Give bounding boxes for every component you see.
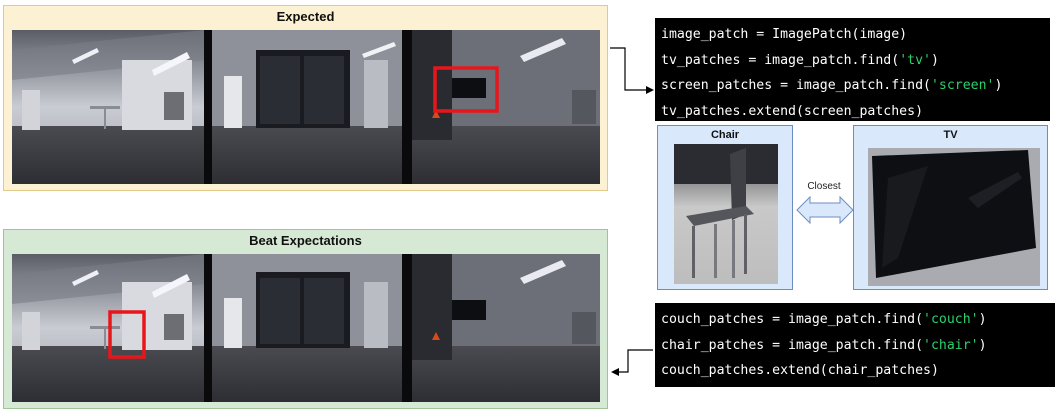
connectors — [610, 47, 854, 376]
arrow-to-tv-code — [610, 47, 648, 91]
closest-double-arrow — [796, 195, 854, 225]
arrow-to-beat-panel-head — [611, 368, 619, 376]
arrow-to-tv-code-head — [646, 86, 654, 94]
arrow-to-beat-panel — [618, 349, 653, 373]
